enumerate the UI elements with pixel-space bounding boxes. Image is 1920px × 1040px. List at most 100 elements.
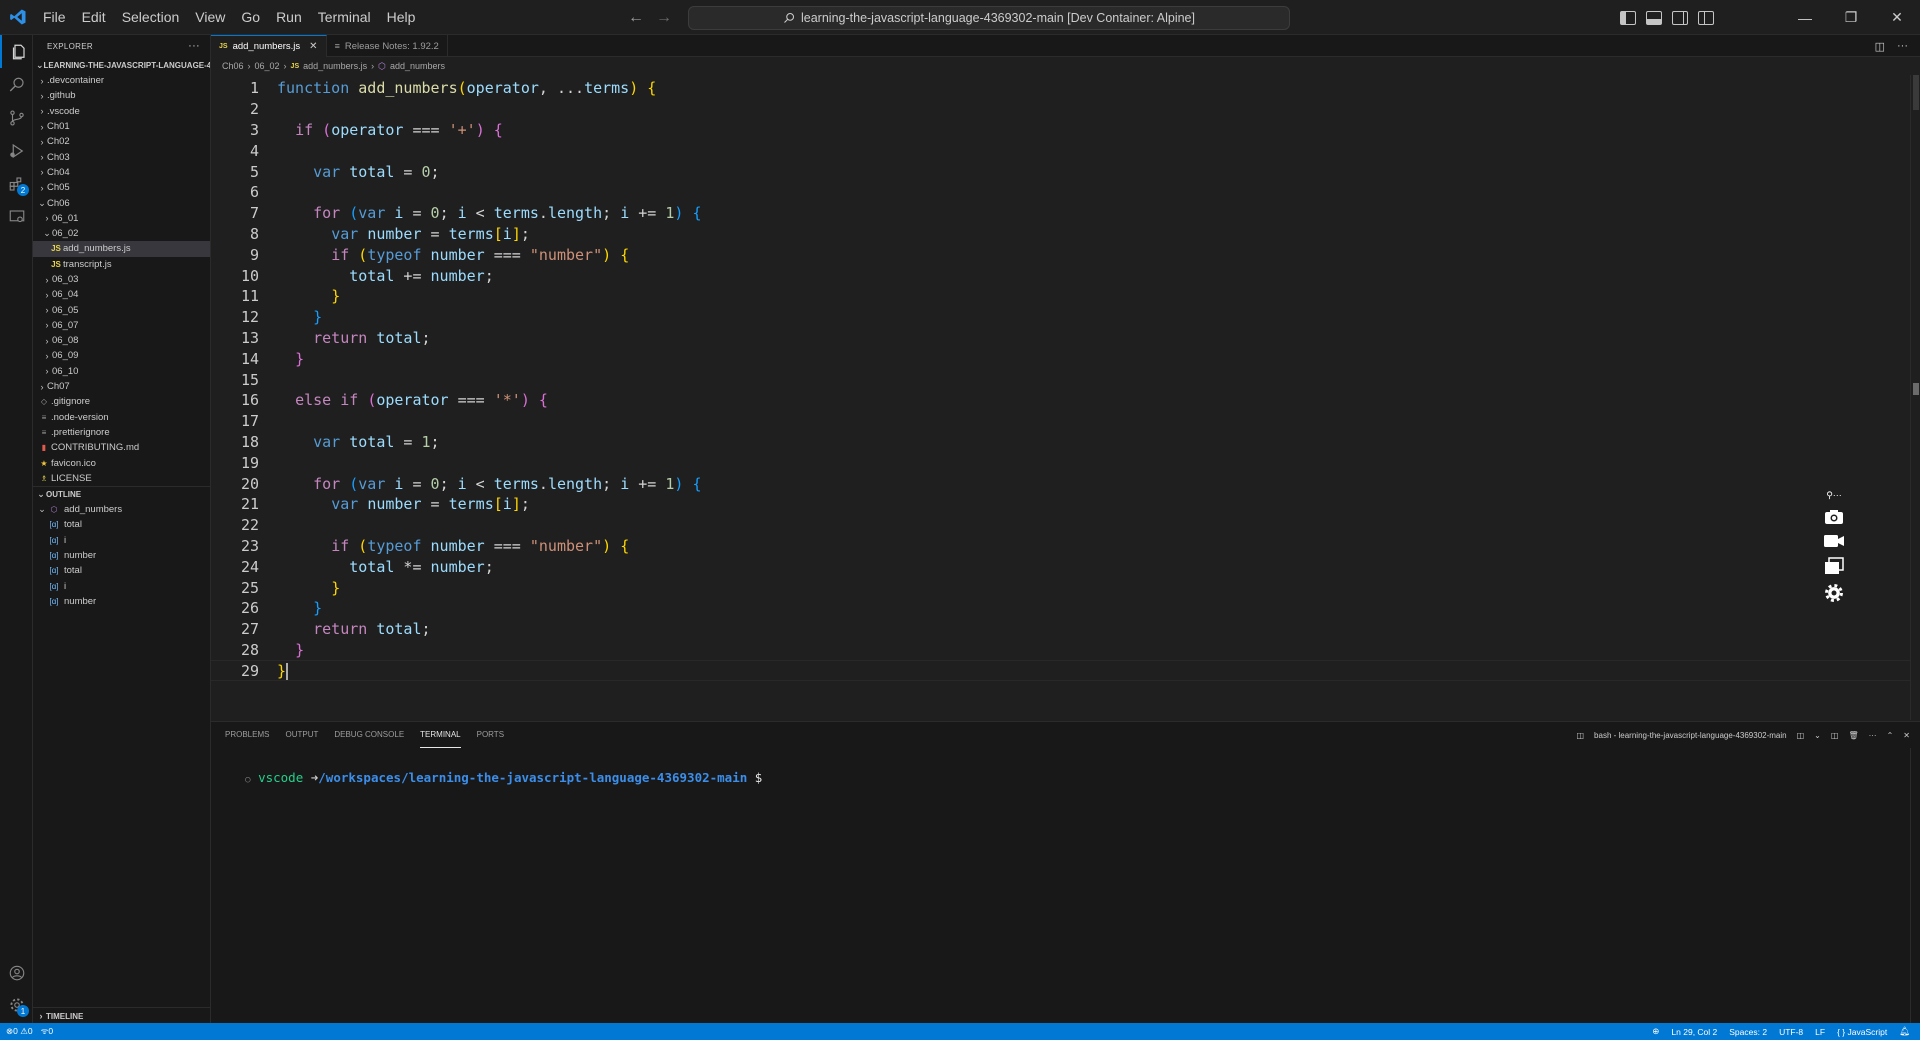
panel-tab-debug-console[interactable]: DEBUG CONSOLE xyxy=(334,722,404,748)
tree-file[interactable]: JS add_numbers.js xyxy=(33,241,210,257)
extensions-icon[interactable]: 2 xyxy=(0,167,33,200)
encoding[interactable]: UTF-8 xyxy=(1779,1027,1803,1037)
breadcrumb-item[interactable]: add_numbers.js xyxy=(303,61,367,71)
terminal-prompt[interactable]: ○ vscode ➜/workspaces/learning-the-javas… xyxy=(215,755,762,800)
tree-file[interactable]: JS transcript.js xyxy=(33,257,210,272)
code-line[interactable]: 22 xyxy=(211,515,1911,536)
scroll-thumb[interactable] xyxy=(1913,383,1919,395)
menu-help[interactable]: Help xyxy=(379,0,424,35)
breadcrumb-item[interactable]: Ch06 xyxy=(222,61,244,71)
tree-folder[interactable]: › Ch07 xyxy=(33,379,210,394)
code-editor[interactable]: 1 function add_numbers(operator, ...terms… xyxy=(211,75,1920,720)
tree-folder[interactable]: ⌄ 06_02 xyxy=(33,226,210,241)
outline-item[interactable]: [ɑ] i xyxy=(33,579,210,594)
menu-run[interactable]: Run xyxy=(268,0,310,35)
tree-file[interactable]: ≡ .prettierignore xyxy=(33,425,210,440)
tree-file[interactable]: ♗ LICENSE xyxy=(33,471,210,486)
outline-item[interactable]: [ɑ] number xyxy=(33,548,210,563)
code-line[interactable]: 6 xyxy=(211,182,1911,203)
tab-add-numbers[interactable]: JS add_numbers.js ✕ xyxy=(211,35,327,57)
search-icon[interactable] xyxy=(0,68,33,101)
breadcrumb-item[interactable]: 06_02 xyxy=(255,61,280,71)
outline-section[interactable]: ⌄ OUTLINE xyxy=(33,486,210,502)
tree-folder[interactable]: › Ch03 xyxy=(33,149,210,164)
split-panel-icon[interactable]: ◫ xyxy=(1831,731,1839,740)
tree-folder[interactable]: › 06_09 xyxy=(33,348,210,363)
menu-terminal[interactable]: Terminal xyxy=(310,0,379,35)
code-line[interactable]: 9 if (typeof number === "number") { xyxy=(211,244,1911,265)
menu-selection[interactable]: Selection xyxy=(114,0,188,35)
panel-tab-output[interactable]: OUTPUT xyxy=(285,722,318,748)
code-line[interactable]: 11 } xyxy=(211,286,1911,307)
code-line[interactable]: 18 var total = 1; xyxy=(211,432,1911,453)
code-line[interactable]: 17 xyxy=(211,411,1911,432)
tree-folder[interactable]: › Ch02 xyxy=(33,134,210,149)
code-line[interactable]: 1 function add_numbers(operator, ...terms… xyxy=(211,78,1911,99)
customize-layout-icon[interactable] xyxy=(1698,10,1714,25)
panel-tab-terminal[interactable]: TERMINAL xyxy=(420,722,461,748)
code-line[interactable]: 12 } xyxy=(211,307,1911,328)
drag-handle-icon[interactable]: ⚲··· xyxy=(1826,490,1842,501)
outline-item[interactable]: [ɑ] i xyxy=(33,533,210,548)
more-actions-icon[interactable]: ··· xyxy=(1897,40,1908,52)
code-line[interactable]: 13 return total; xyxy=(211,328,1911,349)
tree-folder[interactable]: › Ch01 xyxy=(33,119,210,134)
tree-folder[interactable]: › .github xyxy=(33,88,210,103)
minimap-slider[interactable] xyxy=(1913,75,1919,110)
tree-file[interactable]: ★ favicon.ico xyxy=(33,455,210,470)
tree-folder[interactable]: › 06_10 xyxy=(33,364,210,379)
tree-file[interactable]: ▮ CONTRIBUTING.md xyxy=(33,440,210,455)
notifications-bell-icon[interactable]: 🔔︎ xyxy=(1899,1026,1910,1037)
close-button[interactable]: ✕ xyxy=(1874,0,1920,35)
accounts-icon[interactable] xyxy=(0,956,33,989)
workspace-root[interactable]: ⌄ LEARNING-THE-JAVASCRIPT-LANGUAGE-4... xyxy=(33,57,210,73)
outline-item[interactable]: [ɑ] total xyxy=(33,517,210,532)
code-line[interactable]: 8 var number = terms[i]; xyxy=(211,224,1911,245)
tree-folder[interactable]: › .vscode xyxy=(33,104,210,119)
tree-folder[interactable]: › 06_08 xyxy=(33,333,210,348)
camera-icon[interactable] xyxy=(1824,509,1844,525)
tree-folder[interactable]: › 06_04 xyxy=(33,287,210,302)
explorer-icon[interactable] xyxy=(0,35,33,68)
tree-folder[interactable]: › 06_03 xyxy=(33,272,210,287)
settings-gear-icon[interactable] xyxy=(1824,583,1844,603)
end-of-line[interactable]: LF xyxy=(1815,1027,1825,1037)
tree-folder[interactable]: › Ch05 xyxy=(33,180,210,195)
code-line[interactable]: 19 xyxy=(211,452,1911,473)
code-line[interactable]: 3 if (operator === '+') { xyxy=(211,120,1911,141)
code-line[interactable]: 21 var number = terms[i]; xyxy=(211,494,1911,515)
tab-release-notes[interactable]: ≡ Release Notes: 1.92.2 xyxy=(327,35,448,57)
code-line[interactable]: 7 for (var i = 0; i < terms.length; i +=… xyxy=(211,203,1911,224)
tree-file[interactable]: ◇ .gitignore xyxy=(33,394,210,409)
panel-tab-problems[interactable]: PROBLEMS xyxy=(225,722,269,748)
back-arrow-icon[interactable]: ← xyxy=(628,9,644,27)
timeline-section[interactable]: › TIMELINE xyxy=(33,1008,210,1023)
editor-scrollbar[interactable] xyxy=(1910,75,1920,720)
manage-gear-icon[interactable]: 1 xyxy=(0,988,33,1021)
code-line[interactable]: 10 total += number; xyxy=(211,265,1911,286)
menu-edit[interactable]: Edit xyxy=(74,0,114,35)
menu-go[interactable]: Go xyxy=(233,0,268,35)
tree-folder[interactable]: › 06_05 xyxy=(33,302,210,317)
maximize-panel-icon[interactable]: ⌃ xyxy=(1887,731,1894,740)
indentation[interactable]: Spaces: 2 xyxy=(1729,1027,1767,1037)
toggle-secondary-sidebar-icon[interactable] xyxy=(1672,10,1688,25)
command-center-search[interactable]: learning-the-javascript-language-4369302… xyxy=(688,6,1290,30)
close-panel-icon[interactable]: ✕ xyxy=(1903,731,1910,740)
new-terminal-dropdown-icon[interactable]: ⌄ xyxy=(1814,731,1821,740)
panel-tab-ports[interactable]: PORTS xyxy=(477,722,504,748)
code-line[interactable]: 27 return total; xyxy=(211,619,1911,640)
code-line[interactable]: 26 } xyxy=(211,598,1911,619)
tree-file[interactable]: ≡ .node-version xyxy=(33,410,210,425)
code-line[interactable]: 29} xyxy=(211,660,1911,682)
breadcrumb-item[interactable]: add_numbers xyxy=(390,61,445,71)
zoom-icon[interactable]: ⊕ xyxy=(1652,1026,1659,1037)
code-line[interactable]: 20 for (var i = 0; i < terms.length; i +… xyxy=(211,473,1911,494)
window-capture-icon[interactable] xyxy=(1824,557,1844,575)
outline-item[interactable]: [ɑ] number xyxy=(33,594,210,609)
tree-folder[interactable]: › Ch04 xyxy=(33,165,210,180)
source-control-icon[interactable] xyxy=(0,101,33,134)
tree-folder[interactable]: › .devcontainer xyxy=(33,73,210,88)
code-line[interactable]: 4 xyxy=(211,140,1911,161)
language-mode[interactable]: { } JavaScript xyxy=(1837,1027,1887,1037)
